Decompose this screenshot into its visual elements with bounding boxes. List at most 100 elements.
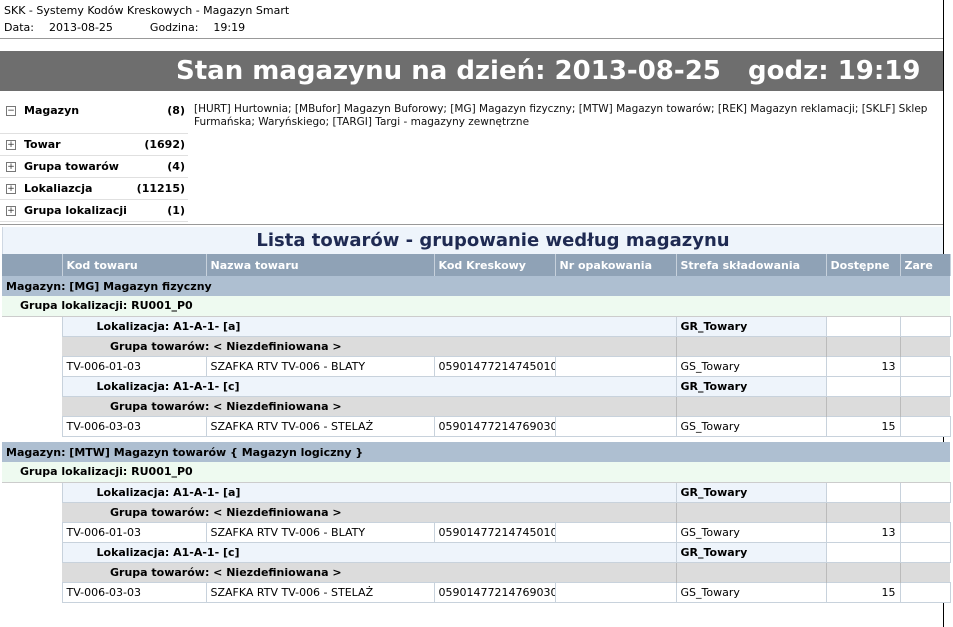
product-group-label: Grupa towarów: < Niezdefiniowana > — [62, 502, 676, 522]
cell-dostepne: 13 — [825, 521, 901, 543]
tree-item[interactable]: − Magazyn (8) — [0, 100, 188, 134]
location-group-row[interactable]: Grupa lokalizacji: RU001_P0 — [2, 462, 950, 483]
filter-tree: − Magazyn (8) + Towar (1692) + Grupa towarów (4)… — [0, 100, 188, 222]
tree-item-label: Magazyn — [24, 104, 80, 117]
product-group-row[interactable]: Grupa towarów: < Niezdefiniowana > — [2, 396, 950, 416]
location-zone: GR_Towary — [675, 375, 827, 397]
time-label: Godzina: — [149, 21, 199, 34]
cell-kod: TV-006-03-03 — [61, 581, 207, 603]
magazyn-group-row[interactable]: Magazyn: [MTW] Magazyn towarów { Magazyn… — [2, 442, 950, 462]
divider — [0, 224, 943, 225]
expand-icon[interactable]: + — [6, 140, 16, 150]
location-row[interactable]: Lokalizacja: A1-A-1- [c] GR_Towary — [2, 375, 951, 397]
tree-item-count: (1) — [167, 204, 185, 217]
cell-zare — [899, 355, 951, 377]
cell-strefa: GS_Towary — [675, 521, 827, 543]
cell-nazwa: SZAFKA RTV TV-006 - STELAŻ — [205, 415, 435, 437]
cell-ean: 059014772147450103 — [433, 521, 556, 543]
cell-ean: 059014772147690303 — [433, 415, 556, 437]
location-row[interactable]: Lokalizacja: A1-A-1- [a] GR_Towary — [2, 315, 951, 337]
cell-strefa: GS_Towary — [675, 415, 827, 437]
column-header[interactable]: Dostępne — [826, 254, 901, 276]
app-title: SKK - Systemy Kodów Kreskowych - Magazyn… — [4, 4, 290, 17]
tree-item-count: (8) — [167, 104, 185, 117]
expand-icon[interactable]: + — [6, 184, 16, 194]
table-row[interactable]: TV-006-03-03 SZAFKA RTV TV-006 - STELAŻ 05… — [2, 581, 951, 603]
report-title: Lista towarów - grupowanie według magazy… — [2, 227, 943, 254]
report: Lista towarów - grupowanie według magazy… — [2, 227, 951, 608]
cell-nr — [554, 521, 677, 543]
location-row[interactable]: Lokalizacja: A1-A-1- [c] GR_Towary — [2, 541, 951, 563]
cell-zare — [899, 521, 951, 543]
magazyn-label: Magazyn: [MTW] Magazyn towarów { Magazyn… — [2, 442, 950, 462]
location-zone: GR_Towary — [675, 481, 827, 503]
column-header[interactable]: Kod towaru — [62, 254, 207, 276]
expand-icon[interactable]: + — [6, 206, 16, 216]
location-group-label: Grupa lokalizacji: RU001_P0 — [2, 296, 950, 317]
column-header[interactable]: Kod Kreskowy — [434, 254, 556, 276]
cell-dostepne: 15 — [825, 581, 901, 603]
tree-item[interactable]: + Towar (1692) — [0, 134, 188, 156]
location-group-row[interactable]: Grupa lokalizacji: RU001_P0 — [2, 296, 950, 317]
cell-nr — [554, 355, 677, 377]
collapse-icon[interactable]: − — [6, 106, 16, 116]
column-header-blank — [2, 254, 63, 276]
tree-item-count: (11215) — [136, 182, 185, 195]
column-header[interactable]: Strefa składowania — [676, 254, 827, 276]
location-label: Lokalizacja: A1-A-1- [a] — [61, 481, 677, 503]
magazyn-label: Magazyn: [MG] Magazyn fizyczny — [2, 276, 950, 296]
cell-nr — [554, 415, 677, 437]
cell-kod: TV-006-03-03 — [61, 415, 207, 437]
location-zone: GR_Towary — [675, 541, 827, 563]
cell-strefa: GS_Towary — [675, 581, 827, 603]
cell-strefa: GS_Towary — [675, 355, 827, 377]
cell-nr — [554, 581, 677, 603]
column-header[interactable]: Nr opakowania — [555, 254, 677, 276]
cell-zare — [899, 415, 951, 437]
location-label: Lokalizacja: A1-A-1- [c] — [61, 541, 677, 563]
column-header[interactable]: Nazwa towaru — [206, 254, 435, 276]
magazyn-list: [HURT] Hurtownia; [MBufor] Magazyn Bufor… — [194, 103, 928, 128]
tree-item[interactable]: + Lokaliazcja (11215) — [0, 178, 188, 200]
tree-item-count: (1692) — [144, 138, 185, 151]
cell-nazwa: SZAFKA RTV TV-006 - BLATY — [205, 521, 435, 543]
product-group-label: Grupa towarów: < Niezdefiniowana > — [62, 396, 676, 416]
cell-nazwa: SZAFKA RTV TV-006 - BLATY — [205, 355, 435, 377]
tree-item-label: Lokaliazcja — [24, 182, 93, 195]
cell-zare — [899, 581, 951, 603]
table-row[interactable]: TV-006-01-03 SZAFKA RTV TV-006 - BLATY 059… — [2, 521, 951, 543]
location-row[interactable]: Lokalizacja: A1-A-1- [a] GR_Towary — [2, 481, 951, 503]
banner-title: Stan magazynu na dzień: 2013-08-25 godz:… — [176, 56, 921, 86]
magazyn-group-row[interactable]: Magazyn: [MG] Magazyn fizyczny — [2, 276, 950, 296]
cell-ean: 059014772147690303 — [433, 581, 556, 603]
expand-icon[interactable]: + — [6, 162, 16, 172]
cell-ean: 059014772147450103 — [433, 355, 556, 377]
table-row[interactable]: TV-006-03-03 SZAFKA RTV TV-006 - STELAŻ 05… — [2, 415, 951, 437]
app-header: SKK - Systemy Kodów Kreskowych - Magazyn… — [0, 0, 943, 39]
tree-item-label: Towar — [24, 138, 61, 151]
table-row[interactable]: TV-006-01-03 SZAFKA RTV TV-006 - BLATY 059… — [2, 355, 951, 377]
location-group-label: Grupa lokalizacji: RU001_P0 — [2, 462, 950, 483]
time-value: 19:19 — [213, 21, 246, 34]
tree-item[interactable]: + Grupa lokalizacji (1) — [0, 200, 188, 222]
tree-item-label: Grupa lokalizacji — [24, 204, 127, 217]
cell-kod: TV-006-01-03 — [61, 521, 207, 543]
cell-nazwa: SZAFKA RTV TV-006 - STELAŻ — [205, 581, 435, 603]
column-header[interactable]: Zare — [900, 254, 951, 276]
product-group-row[interactable]: Grupa towarów: < Niezdefiniowana > — [2, 562, 950, 582]
tree-item-label: Grupa towarów — [24, 160, 119, 173]
report-banner: Stan magazynu na dzień: 2013-08-25 godz:… — [0, 51, 943, 91]
meta-line: Data: 2013-08-25 Godzina: 19:19 — [4, 21, 245, 34]
location-label: Lokalizacja: A1-A-1- [a] — [61, 315, 677, 337]
product-group-row[interactable]: Grupa towarów: < Niezdefiniowana > — [2, 502, 950, 522]
location-zone: GR_Towary — [675, 315, 827, 337]
tree-item-count: (4) — [167, 160, 185, 173]
cell-dostepne: 13 — [825, 355, 901, 377]
date-label: Data: — [4, 21, 34, 34]
product-group-label: Grupa towarów: < Niezdefiniowana > — [62, 562, 676, 582]
product-group-row[interactable]: Grupa towarów: < Niezdefiniowana > — [2, 336, 950, 356]
cell-dostepne: 15 — [825, 415, 901, 437]
tree-item[interactable]: + Grupa towarów (4) — [0, 156, 188, 178]
cell-kod: TV-006-01-03 — [61, 355, 207, 377]
location-label: Lokalizacja: A1-A-1- [c] — [61, 375, 677, 397]
